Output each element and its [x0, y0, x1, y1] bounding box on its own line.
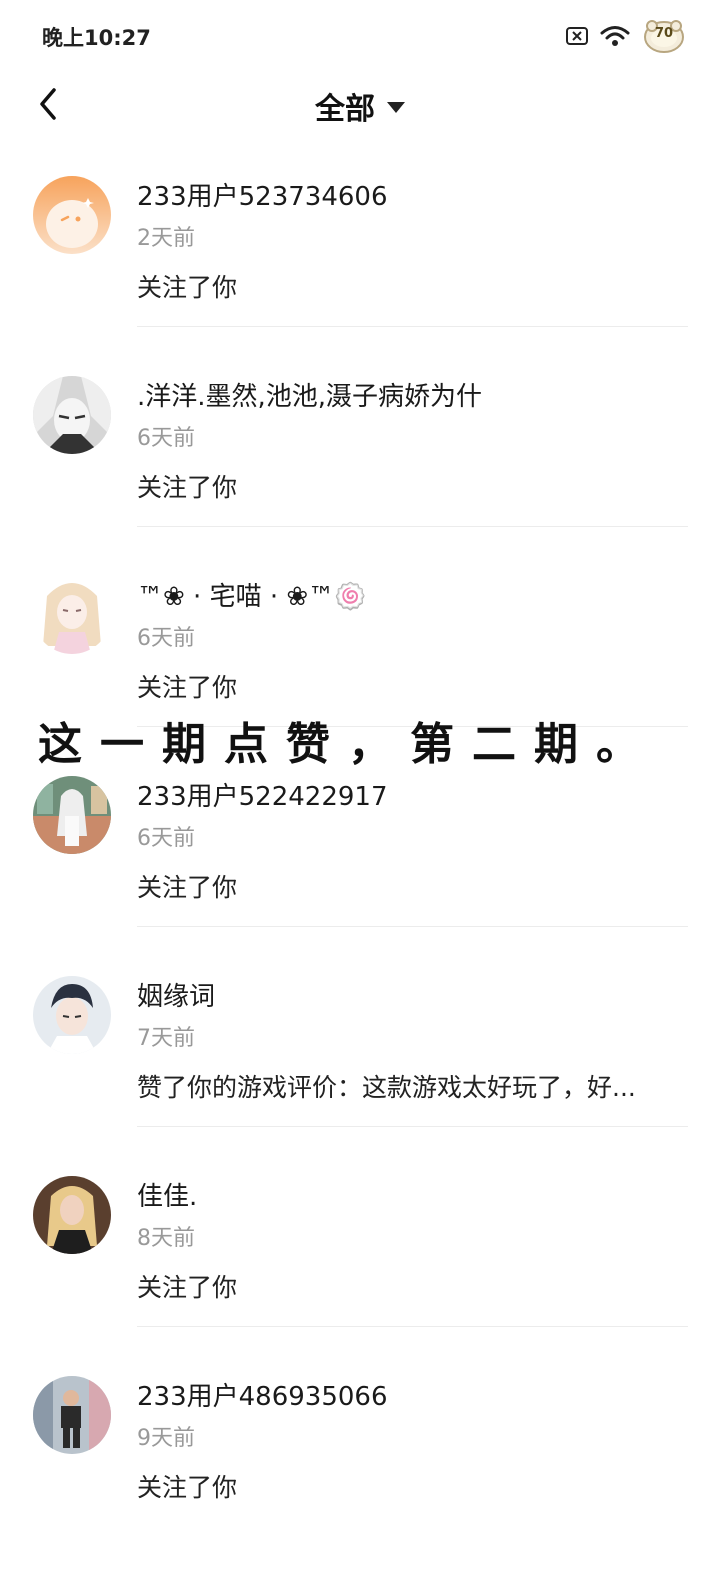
wifi-icon: [600, 26, 630, 46]
caret-down-icon: [387, 101, 405, 113]
avatar[interactable]: [33, 176, 111, 254]
divider: [137, 326, 688, 327]
sim-off-icon: [566, 27, 588, 45]
battery-sheep-icon: 70: [642, 16, 686, 56]
notification-item[interactable]: 233用户522422917 6天前 关注了你: [0, 770, 720, 970]
notification-item[interactable]: 233用户486935066 9天前 关注了你: [0, 1370, 720, 1570]
status-icons: 70: [566, 14, 686, 58]
notification-text: 赞了你的游戏评价：这款游戏太好玩了，好...: [137, 1073, 636, 1102]
user-name[interactable]: .洋洋.墨然,池池,滠子病娇为什: [137, 376, 482, 413]
notification-item[interactable]: 姻缘词 7天前 赞了你的游戏评价：这款游戏太好玩了，好...: [0, 970, 720, 1170]
avatar[interactable]: [33, 976, 111, 1054]
battery-level: 70: [654, 26, 674, 41]
user-name[interactable]: ™❀ · 宅喵 · ❀™🍥: [137, 576, 367, 613]
notification-text: 关注了你: [137, 1273, 238, 1302]
avatar[interactable]: [33, 376, 111, 454]
status-time: 晚上10:27: [42, 26, 151, 50]
timestamp: 7天前: [137, 1026, 195, 1051]
notification-item[interactable]: 佳佳. 8天前 关注了你: [0, 1170, 720, 1370]
user-name[interactable]: 佳佳.: [137, 1176, 197, 1213]
divider: [137, 526, 688, 527]
timestamp: 6天前: [137, 626, 195, 651]
user-name[interactable]: 姻缘词: [137, 976, 215, 1013]
notification-item[interactable]: 233用户523734606 2天前 关注了你: [0, 170, 720, 370]
user-name[interactable]: 233用户486935066: [137, 1376, 388, 1413]
user-name[interactable]: 233用户522422917: [137, 776, 388, 813]
timestamp: 8天前: [137, 1226, 195, 1251]
timestamp: 2天前: [137, 226, 195, 251]
notification-text: 关注了你: [137, 473, 238, 502]
divider: [137, 1326, 688, 1327]
notification-text: 关注了你: [137, 673, 238, 702]
avatar[interactable]: [33, 1176, 111, 1254]
overlay-caption: 这一期点赞，第二期。: [38, 719, 658, 770]
status-bar: 晚上10:27 70: [0, 0, 720, 70]
notification-text: 关注了你: [137, 273, 238, 302]
divider: [137, 1126, 688, 1127]
filter-dropdown[interactable]: 全部: [0, 84, 720, 128]
timestamp: 6天前: [137, 426, 195, 451]
timestamp: 9天前: [137, 1426, 195, 1451]
notification-text: 关注了你: [137, 1473, 238, 1502]
avatar[interactable]: [33, 1376, 111, 1454]
timestamp: 6天前: [137, 826, 195, 851]
notification-list: 233用户523734606 2天前 关注了你 .洋洋.墨然,池池,滠子病娇为什…: [0, 170, 720, 1570]
page-title: 全部: [315, 92, 375, 127]
avatar[interactable]: [33, 576, 111, 654]
notification-item[interactable]: .洋洋.墨然,池池,滠子病娇为什 6天前 关注了你: [0, 370, 720, 570]
header: 全部: [0, 70, 720, 140]
divider: [137, 926, 688, 927]
notification-text: 关注了你: [137, 873, 238, 902]
user-name[interactable]: 233用户523734606: [137, 176, 388, 213]
avatar[interactable]: [33, 776, 111, 854]
